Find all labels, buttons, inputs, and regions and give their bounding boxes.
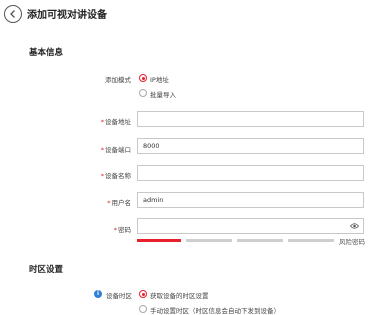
strength-segment-2	[186, 239, 232, 242]
device-port-input[interactable]: 8000	[137, 138, 364, 154]
strength-segment-4	[288, 239, 334, 242]
timezone-auto-radio[interactable]	[139, 290, 147, 298]
strength-segment-1	[137, 239, 181, 242]
page-title: 添加可视对讲设备	[27, 10, 107, 21]
device-address-input[interactable]	[137, 111, 364, 127]
password-label: *密码	[113, 226, 131, 234]
section-title-timezone: 时区设置	[29, 265, 64, 275]
page-header: 添加可视对讲设备	[0, 0, 381, 30]
back-arrow-icon	[10, 10, 15, 18]
back-button[interactable]	[4, 5, 22, 23]
eye-icon[interactable]	[350, 222, 359, 230]
device-timezone-label: 设备时区	[106, 292, 132, 300]
add-mode-ip-label[interactable]: IP地址	[150, 74, 169, 84]
timezone-auto-label[interactable]: 获取设备的时区设置	[150, 290, 209, 300]
device-name-input[interactable]	[137, 165, 364, 181]
device-port-label: *设备端口	[100, 146, 131, 154]
device-address-label: *设备地址	[100, 118, 131, 126]
username-label: *用户名	[107, 199, 131, 207]
timezone-manual-radio[interactable]	[139, 305, 147, 313]
section-title-basic-info: 基本信息	[29, 48, 64, 58]
add-mode-label: 添加模式	[105, 76, 131, 84]
username-input[interactable]: admin	[137, 192, 364, 208]
password-input[interactable]	[137, 218, 364, 234]
strength-segment-3	[237, 239, 283, 242]
add-mode-batch-label[interactable]: 批量导入	[150, 89, 176, 99]
timezone-manual-label[interactable]: 手动设置时区（时区信息会自动下发到设备）	[150, 305, 280, 315]
add-mode-ip-radio[interactable]	[139, 74, 147, 82]
device-name-label: *设备名称	[100, 172, 131, 180]
password-strength-label: 风险密码	[339, 238, 365, 246]
add-mode-batch-radio[interactable]	[139, 89, 147, 97]
